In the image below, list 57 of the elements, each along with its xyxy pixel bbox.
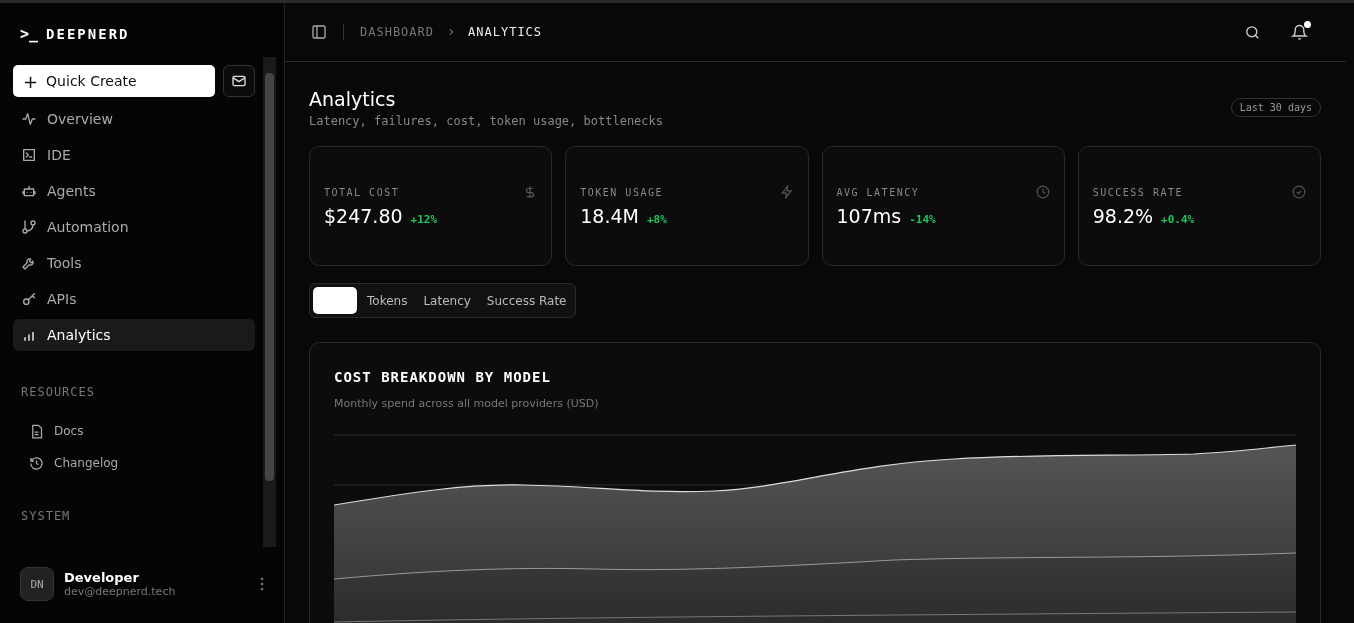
- nav-item[interactable]: Analytics: [13, 319, 255, 351]
- more-options-icon[interactable]: [260, 577, 264, 591]
- brand-name: DEEPNERD: [46, 26, 130, 42]
- tab[interactable]: Tokens: [361, 287, 414, 314]
- nav-item[interactable]: IDE: [13, 139, 255, 171]
- stat-value: $247.80: [324, 205, 403, 227]
- search-icon[interactable]: [1244, 23, 1261, 41]
- avatar: DN: [20, 567, 54, 601]
- stat-label: SUCCESS RATE: [1092, 186, 1183, 198]
- sidebar-toggle-icon[interactable]: [311, 24, 327, 40]
- tab[interactable]: Success Rate: [480, 287, 573, 314]
- nav-item[interactable]: Agents: [13, 175, 255, 207]
- lightning-icon: [779, 185, 794, 199]
- check-circle-icon: [1292, 185, 1306, 199]
- stat-change: +12%: [410, 213, 438, 226]
- stat-label: TOTAL COST: [324, 186, 400, 198]
- robot-icon: [21, 183, 37, 199]
- section-heading: SYSTEM: [20, 508, 72, 525]
- activity-icon: [21, 111, 37, 127]
- page-subtitle: Latency, failures, cost, token usage, bottlenecks: [309, 114, 663, 128]
- stat-label: TOKEN USAGE: [580, 186, 663, 198]
- user-name: Developer: [64, 570, 140, 585]
- history-icon: [29, 455, 44, 471]
- stat-value: 98.2%: [1092, 205, 1154, 227]
- nav-item[interactable]: Overview: [13, 103, 255, 135]
- wrench-icon: [21, 255, 37, 271]
- clock-icon: [1035, 185, 1050, 199]
- chart-subtitle: Monthly spend across all model providers (USD): [334, 397, 600, 410]
- mail-button[interactable]: [223, 65, 255, 97]
- terminal-prompt-logo: >_: [20, 25, 39, 43]
- breadcrumb-item: ANALYTICS: [468, 25, 543, 39]
- terminal-icon: [21, 147, 37, 163]
- stat-value: 107ms: [836, 205, 902, 227]
- stat-change: +0.4%: [1161, 213, 1195, 226]
- bell-icon[interactable]: [1291, 23, 1308, 41]
- breadcrumb-item[interactable]: DASHBOARD: [360, 25, 435, 39]
- stat-value: 18.4M: [580, 205, 639, 227]
- stat-change: -14%: [909, 213, 936, 226]
- mail-icon: [231, 73, 247, 89]
- stat-change: +8%: [646, 213, 667, 226]
- resource-link[interactable]: Docs: [13, 415, 255, 447]
- page-title: Analytics: [309, 88, 397, 110]
- nav-item[interactable]: Automation: [13, 211, 255, 243]
- user-email: dev@deepnerd.tech: [64, 585, 177, 598]
- key-icon: [21, 291, 37, 307]
- scrollbar[interactable]: [263, 57, 276, 547]
- quick-create-button[interactable]: + Quick Create: [13, 65, 215, 97]
- section-heading: RESOURCES: [20, 384, 97, 401]
- document-icon: [29, 423, 44, 439]
- nav-item[interactable]: APIs: [13, 283, 255, 315]
- resource-link[interactable]: Changelog: [13, 447, 255, 479]
- chart-title: COST BREAKDOWN BY MODEL: [334, 369, 552, 385]
- stat-label: AVG LATENCY: [836, 186, 920, 198]
- tab[interactable]: [313, 287, 357, 314]
- branch-icon: [21, 219, 37, 235]
- nav-item[interactable]: Tools: [13, 247, 255, 279]
- tab[interactable]: Latency: [417, 287, 477, 314]
